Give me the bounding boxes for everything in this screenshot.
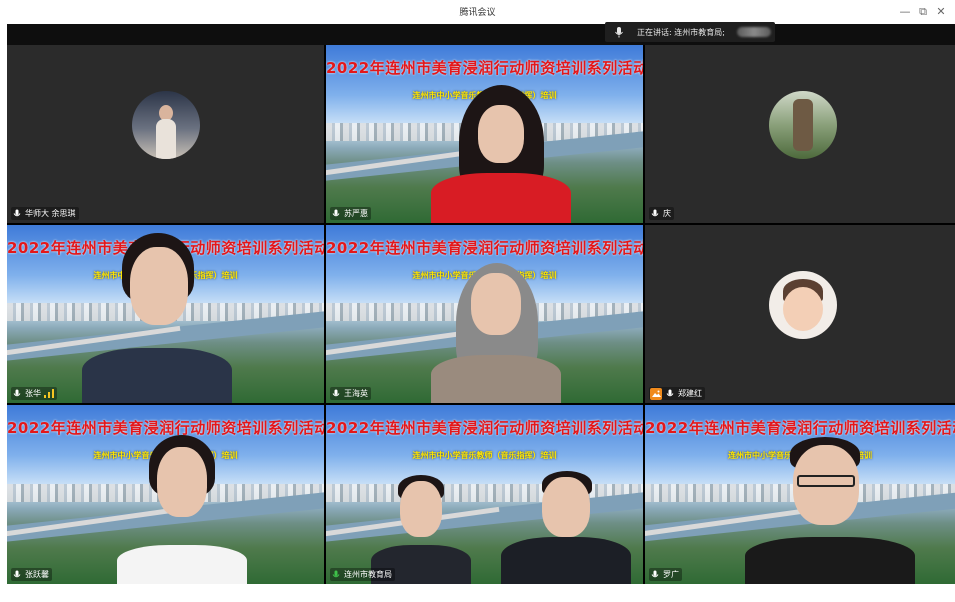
microphone-icon xyxy=(13,570,21,577)
participant-tile[interactable]: 2022年连州市美育浸润行动师资培训系列活动 连州市中小学音乐教师（音乐指挥）培… xyxy=(645,405,955,584)
participant-tile[interactable]: 华师大 余思琪 xyxy=(7,45,324,223)
participant-video-person xyxy=(72,233,232,403)
speaking-indicator: 正在讲话: 连州市教育局; xyxy=(605,22,775,42)
participant-tile[interactable]: 2022年连州市美育浸润行动师资培训系列活动 连州市中小学音乐教师（音乐指挥）培… xyxy=(326,405,643,584)
participant-name: 罗广 xyxy=(663,570,679,579)
microphone-icon xyxy=(13,209,21,216)
participant-avatar xyxy=(769,271,837,339)
microphone-speaking-icon xyxy=(332,570,340,577)
participant-name: 郑建红 xyxy=(678,389,702,398)
participant-video-person xyxy=(745,437,915,584)
app-title: 腾讯会议 xyxy=(459,8,496,18)
participant-name: 庆 xyxy=(663,209,671,218)
participant-name: 张跃馨 xyxy=(25,570,49,579)
participant-label: 连州市教育局 xyxy=(330,568,395,581)
participant-video-person xyxy=(496,471,636,584)
participant-video-person xyxy=(107,435,257,584)
participant-label: 华师大 余思琪 xyxy=(11,207,79,220)
microphone-icon xyxy=(666,389,674,396)
participant-avatar xyxy=(132,91,200,159)
participant-tile[interactable]: 2022年连州市美育浸润行动师资培训系列活动 连州市中小学音乐教师（音乐指挥）培… xyxy=(7,225,324,403)
participant-label: 庆 xyxy=(649,207,674,220)
microphone-icon xyxy=(332,209,340,216)
signal-strength-icon xyxy=(44,389,54,398)
participant-tile[interactable]: 郑建红 xyxy=(645,225,955,403)
camera-off-icon xyxy=(650,387,662,400)
microphone-icon xyxy=(615,27,623,38)
participant-name: 张华 xyxy=(25,389,41,398)
participant-tile[interactable]: 庆 xyxy=(645,45,955,223)
participant-tile[interactable]: 2022年连州市美育浸润行动师资培训系列活动 连州市中小学音乐教师（音乐指挥）培… xyxy=(326,225,643,403)
title-bar: 腾讯会议 — ⧉ ✕ xyxy=(0,0,955,24)
participant-tile[interactable]: 2022年连州市美育浸润行动师资培训系列活动 连州市中小学音乐教师（音乐指挥）培… xyxy=(7,405,324,584)
banner-subtitle: 连州市中小学音乐教师（音乐指挥）培训 xyxy=(412,451,557,460)
video-grid: 华师大 余思琪 2022年连州市美育浸润行动师资培训系列活动 连州市中小学音乐教… xyxy=(7,45,955,584)
top-toolbar-area xyxy=(7,24,955,45)
microphone-icon xyxy=(651,209,659,216)
participant-video-person xyxy=(426,85,576,223)
speaking-label: 正在讲话: 连州市教育局; xyxy=(637,28,725,37)
microphone-icon xyxy=(651,570,659,577)
maximize-button[interactable]: ⧉ xyxy=(914,3,932,21)
participant-name: 华师大 余思琪 xyxy=(25,209,76,218)
participant-name: 连州市教育局 xyxy=(344,570,392,579)
close-button[interactable]: ✕ xyxy=(932,3,950,21)
participant-label: 张华 xyxy=(11,387,57,400)
microphone-icon xyxy=(332,389,340,396)
participant-name: 苏严惠 xyxy=(344,209,368,218)
participant-label: 郑建红 xyxy=(649,387,705,400)
participant-avatar xyxy=(769,91,837,159)
participant-video-person xyxy=(416,263,576,403)
bottom-area xyxy=(0,584,955,602)
speaking-name-blurred xyxy=(737,27,771,37)
minimize-button[interactable]: — xyxy=(896,3,914,21)
participant-tile[interactable]: 2022年连州市美育浸润行动师资培训系列活动 连州市中小学音乐教师（音乐指挥）培… xyxy=(326,45,643,223)
participant-name: 王海英 xyxy=(344,389,368,398)
participant-label: 王海英 xyxy=(330,387,371,400)
banner-title: 2022年连州市美育浸润行动师资培训系列活动 xyxy=(326,239,643,257)
participant-label: 苏严惠 xyxy=(330,207,371,220)
participant-label: 罗广 xyxy=(649,568,682,581)
banner-title: 2022年连州市美育浸润行动师资培训系列活动 xyxy=(326,59,643,77)
microphone-icon xyxy=(13,389,21,396)
banner-title: 2022年连州市美育浸润行动师资培训系列活动 xyxy=(645,419,955,437)
participant-label: 张跃馨 xyxy=(11,568,52,581)
banner-title: 2022年连州市美育浸润行动师资培训系列活动 xyxy=(326,419,643,437)
